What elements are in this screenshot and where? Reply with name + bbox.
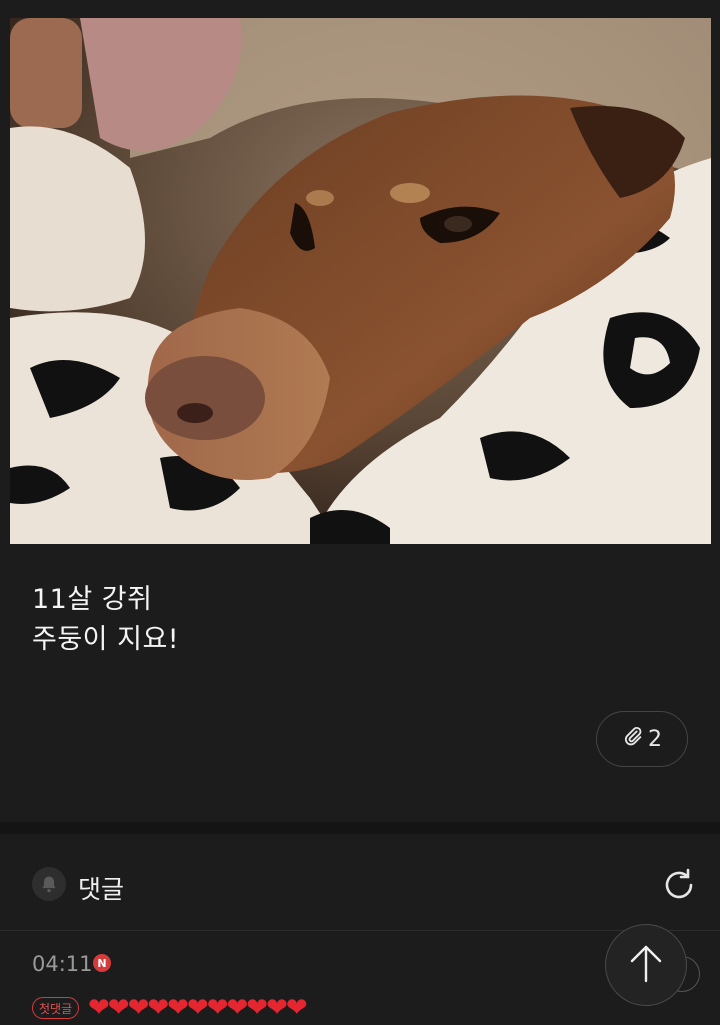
refresh-icon[interactable] — [660, 866, 698, 904]
bell-icon[interactable] — [32, 867, 66, 901]
new-badge: N — [93, 954, 111, 972]
scroll-top-button[interactable] — [605, 924, 687, 1006]
comment-content: ❤❤❤❤❤❤❤❤❤❤❤ — [88, 993, 308, 1023]
post-body: 11살 강쥐 주둥이 지요! — [32, 580, 179, 660]
comments-title: 댓글 — [78, 875, 125, 904]
post-photo[interactable] — [10, 18, 711, 544]
post-text-line: 11살 강쥐 — [32, 584, 153, 615]
post-text-line: 주둥이 지요! — [32, 624, 180, 655]
comment-time: 04:11 — [32, 952, 93, 976]
paperclip-icon — [622, 725, 644, 753]
comments-header: 댓글 — [0, 834, 720, 931]
arrow-up-icon — [626, 941, 666, 989]
attachment-button[interactable]: 2 — [596, 711, 688, 767]
attachment-count: 2 — [648, 726, 662, 752]
first-comment-badge: 첫댓글 — [32, 997, 80, 1019]
dog-photo-illustration — [10, 18, 711, 544]
section-divider — [0, 822, 720, 834]
